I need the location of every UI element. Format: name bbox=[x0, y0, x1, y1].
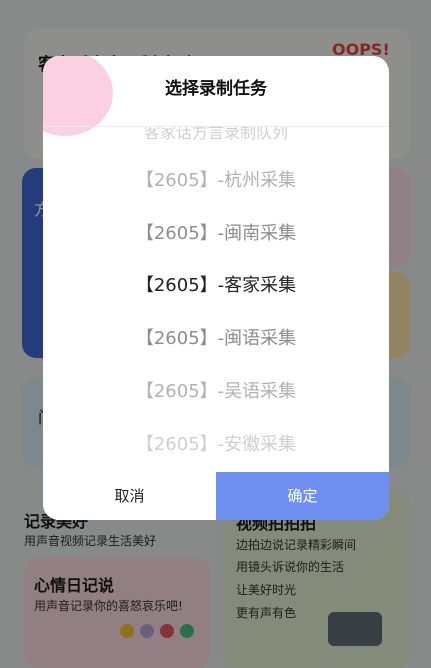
picker-option[interactable]: 【2605】-闽南采集 bbox=[43, 220, 389, 248]
task-picker-wheel[interactable]: 客家话方言录制队列 【2605】-杭州采集 【2605】-闽南采集 【2605】… bbox=[43, 127, 389, 472]
picker-option-selected[interactable]: 【2605】-客家采集 bbox=[43, 272, 389, 300]
picker-option[interactable]: 客家话方言录制队列 bbox=[43, 127, 389, 145]
picker-option[interactable]: 【2605】-吴语采集 bbox=[43, 378, 389, 406]
dialog-title: 选择录制任务 bbox=[165, 79, 267, 99]
picker-option[interactable]: 【2605】-闽语采集 bbox=[43, 325, 389, 353]
confirm-button[interactable]: 确定 bbox=[216, 472, 389, 520]
cancel-button[interactable]: 取消 bbox=[43, 472, 216, 520]
picker-option[interactable]: 【2605】-安徽采集 bbox=[43, 431, 389, 459]
picker-option[interactable]: 【2605】-杭州采集 bbox=[43, 167, 389, 195]
select-task-dialog: 选择录制任务 客家话方言录制队列 【2605】-杭州采集 【2605】-闽南采集… bbox=[43, 56, 389, 520]
